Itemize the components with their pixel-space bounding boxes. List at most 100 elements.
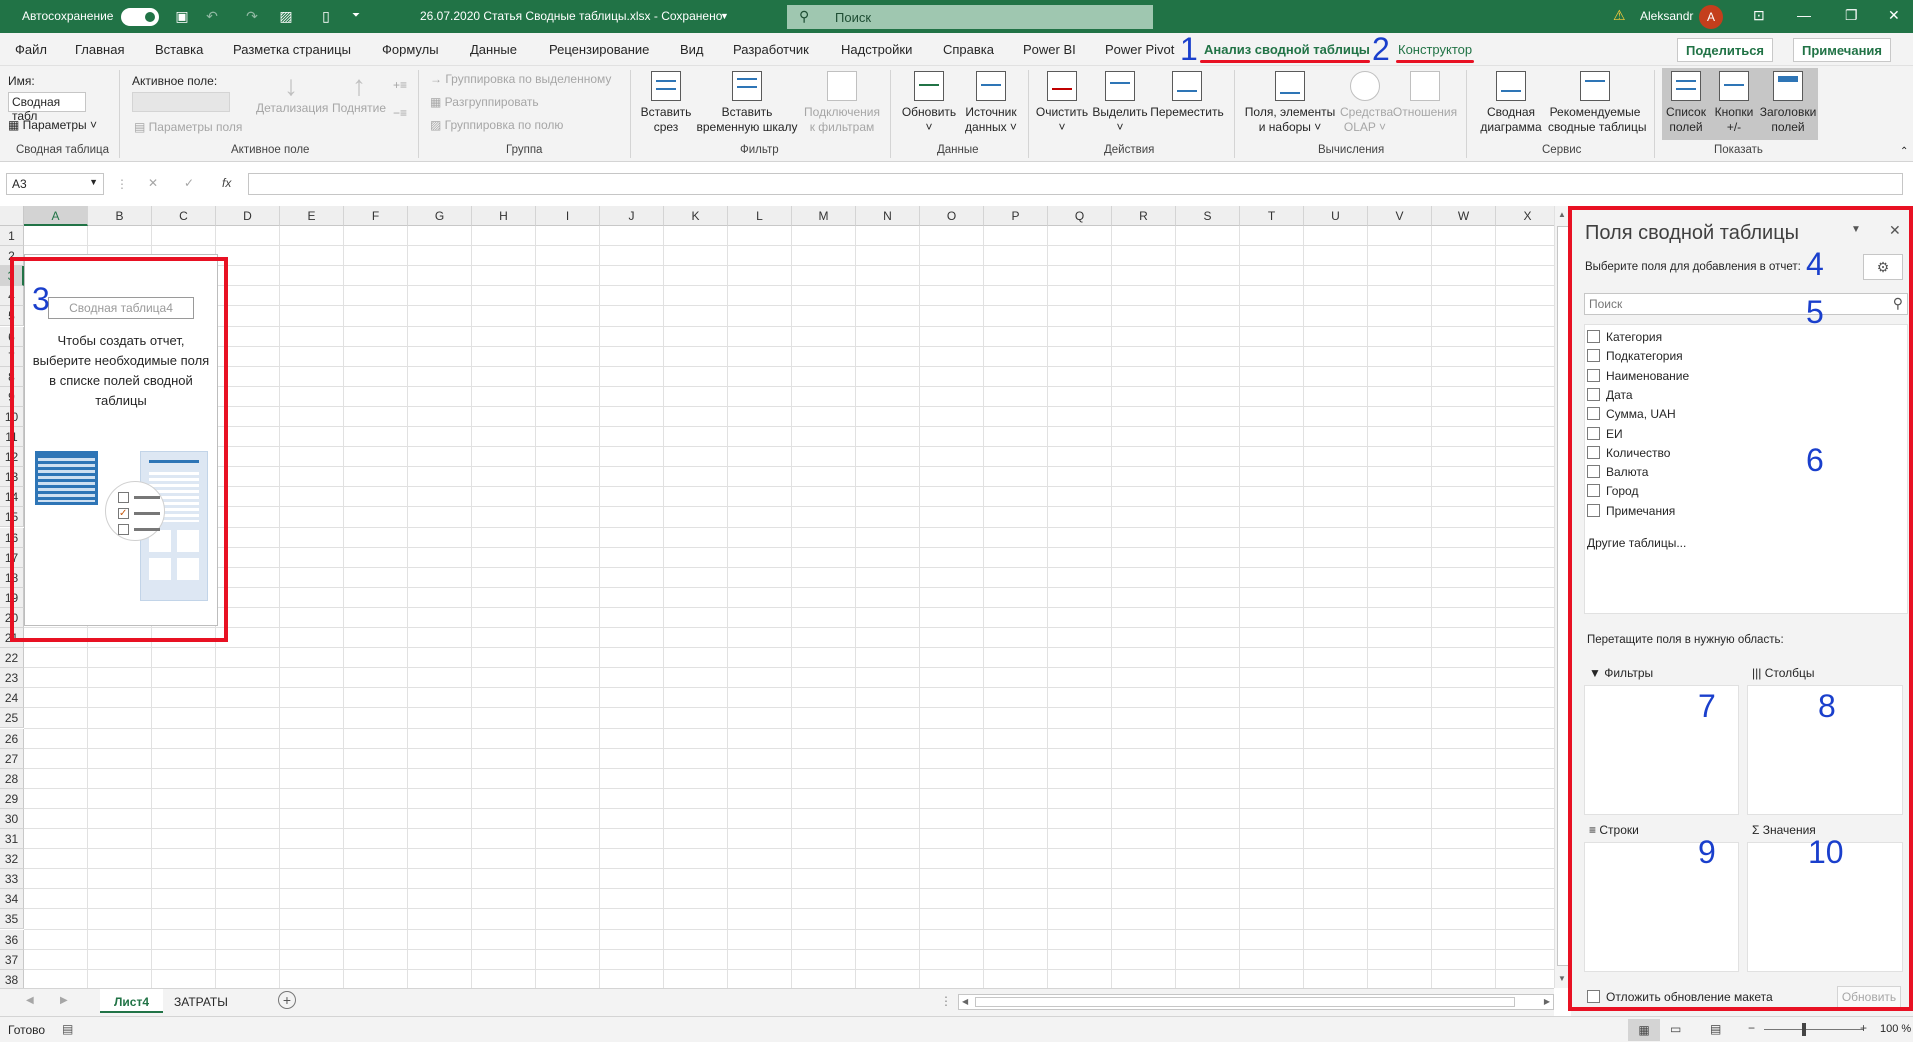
- column-header[interactable]: K: [664, 206, 728, 226]
- tab-page-layout[interactable]: Разметка страницы: [233, 42, 351, 57]
- row-header[interactable]: 22: [0, 648, 24, 669]
- tab-data[interactable]: Данные: [470, 42, 517, 57]
- column-header[interactable]: X: [1496, 206, 1554, 226]
- row-header[interactable]: 38: [0, 969, 24, 988]
- redo-icon[interactable]: ↷: [244, 8, 260, 24]
- tab-design[interactable]: Конструктор: [1398, 42, 1472, 57]
- column-header[interactable]: T: [1240, 206, 1304, 226]
- field-headers-toggle[interactable]: Заголовки полей: [1758, 71, 1818, 135]
- fields-items-sets-button[interactable]: Поля, элементы и наборы ˅: [1240, 71, 1340, 135]
- tab-home[interactable]: Главная: [75, 42, 124, 57]
- column-header[interactable]: U: [1304, 206, 1368, 226]
- select-all-corner[interactable]: [0, 206, 24, 226]
- sheet-tab-list4[interactable]: Лист4: [100, 989, 164, 1013]
- group-selection-button[interactable]: → Группировка по выделенному: [430, 72, 611, 86]
- pivot-chart-button[interactable]: Сводная диаграмма: [1474, 71, 1548, 135]
- zoom-in-icon[interactable]: +: [1860, 1021, 1867, 1035]
- column-header[interactable]: P: [984, 206, 1048, 226]
- column-header[interactable]: O: [920, 206, 984, 226]
- column-header[interactable]: L: [728, 206, 792, 226]
- column-header[interactable]: H: [472, 206, 536, 226]
- change-source-button[interactable]: Источник данных ˅: [960, 71, 1022, 135]
- move-pivot-button[interactable]: Переместить: [1150, 71, 1224, 120]
- tab-power-pivot[interactable]: Power Pivot: [1105, 42, 1174, 57]
- close-icon[interactable]: ✕: [1888, 7, 1900, 24]
- row-header[interactable]: 31: [0, 829, 24, 850]
- drill-down-button[interactable]: ↓ Детализация: [256, 71, 328, 116]
- filter-connections-button[interactable]: Подключения к фильтрам: [800, 71, 884, 135]
- buttons-toggle[interactable]: Кнопки +/-: [1710, 71, 1758, 135]
- normal-view-icon[interactable]: ▦: [1628, 1019, 1660, 1041]
- recommended-pivots-button[interactable]: Рекомендуемые сводные таблицы: [1548, 71, 1646, 135]
- undo-icon[interactable]: ↶: [204, 8, 220, 24]
- tab-pivot-analyze[interactable]: Анализ сводной таблицы: [1204, 42, 1370, 57]
- column-header[interactable]: I: [536, 206, 600, 226]
- title-dropdown-icon[interactable]: ▼: [720, 11, 729, 21]
- row-header[interactable]: 29: [0, 788, 24, 809]
- new-file-icon[interactable]: ▯: [318, 8, 334, 24]
- name-box-dropdown-icon[interactable]: ▼: [89, 177, 98, 187]
- column-header[interactable]: S: [1176, 206, 1240, 226]
- minimize-icon[interactable]: —: [1797, 7, 1811, 23]
- expand-field-icon[interactable]: +≡: [393, 78, 407, 92]
- field-settings-button[interactable]: ▤ Параметры поля: [134, 120, 242, 134]
- tab-view[interactable]: Вид: [680, 42, 704, 57]
- column-header[interactable]: D: [216, 206, 280, 226]
- field-list-toggle[interactable]: Список полей: [1662, 71, 1710, 135]
- row-header[interactable]: 34: [0, 889, 24, 910]
- column-header[interactable]: G: [408, 206, 472, 226]
- next-sheet-icon[interactable]: ▶: [60, 995, 68, 1006]
- row-header[interactable]: 24: [0, 688, 24, 709]
- row-header[interactable]: 23: [0, 668, 24, 689]
- macro-record-icon[interactable]: ▤: [62, 1022, 73, 1036]
- row-header[interactable]: 28: [0, 768, 24, 789]
- zoom-level[interactable]: 100 %: [1880, 1023, 1911, 1035]
- drill-up-button[interactable]: ↑ Поднятие: [326, 71, 392, 116]
- name-box[interactable]: A3 ▼: [6, 173, 104, 195]
- column-header[interactable]: V: [1368, 206, 1432, 226]
- row-header[interactable]: 36: [0, 929, 24, 950]
- comments-button[interactable]: Примечания: [1793, 38, 1892, 62]
- column-header[interactable]: M: [792, 206, 856, 226]
- format-painter-icon[interactable]: ▨: [278, 8, 294, 24]
- row-header[interactable]: 32: [0, 849, 24, 870]
- tab-addins[interactable]: Надстройки: [841, 42, 912, 57]
- hscroll-thumb[interactable]: [975, 997, 1515, 1007]
- row-header[interactable]: 26: [0, 728, 24, 749]
- row-header[interactable]: 35: [0, 909, 24, 930]
- add-sheet-button[interactable]: +: [278, 991, 296, 1009]
- share-button[interactable]: Поделиться: [1677, 38, 1774, 62]
- insert-function-icon[interactable]: fx: [222, 176, 231, 190]
- column-header[interactable]: W: [1432, 206, 1496, 226]
- page-break-view-icon[interactable]: ▤: [1710, 1022, 1721, 1036]
- tab-help[interactable]: Справка: [943, 42, 994, 57]
- collapse-ribbon-icon[interactable]: ⌃: [1900, 146, 1908, 157]
- column-header[interactable]: R: [1112, 206, 1176, 226]
- scroll-right-icon[interactable]: ▶: [1544, 997, 1550, 1006]
- user-name[interactable]: Aleksandr: [1640, 9, 1693, 23]
- active-field-input[interactable]: [132, 92, 230, 112]
- tab-file[interactable]: Файл: [15, 42, 47, 57]
- restore-icon[interactable]: ❐: [1845, 7, 1858, 24]
- tab-formulas[interactable]: Формулы: [382, 42, 439, 57]
- row-header[interactable]: 1: [0, 226, 24, 247]
- refresh-button[interactable]: Обновить ˅: [898, 71, 960, 135]
- select-button[interactable]: Выделить ˅: [1090, 71, 1150, 135]
- collapse-field-icon[interactable]: −≡: [393, 106, 407, 120]
- column-header[interactable]: E: [280, 206, 344, 226]
- horizontal-scrollbar[interactable]: ◀ ▶: [958, 994, 1554, 1010]
- zoom-slider-thumb[interactable]: [1802, 1023, 1806, 1036]
- tab-developer[interactable]: Разработчик: [733, 42, 809, 57]
- relationships-button[interactable]: Отношения: [1390, 71, 1460, 120]
- cancel-icon[interactable]: ✕: [148, 176, 158, 190]
- search-box[interactable]: ⚲ Поиск: [787, 5, 1153, 29]
- column-header[interactable]: B: [88, 206, 152, 226]
- column-header[interactable]: A: [24, 206, 88, 226]
- insert-timeline-button[interactable]: Вставить временную шкалу: [694, 71, 800, 135]
- spreadsheet-grid[interactable]: ABCDEFGHIJKLMNOPQRSTUVWX 1 2 3 4 5 6 7 8 9 10 11 12…: [0, 206, 1554, 988]
- ungroup-button[interactable]: ▦ Разгруппировать: [430, 95, 539, 109]
- save-icon[interactable]: ▣: [174, 8, 190, 24]
- insert-slicer-button[interactable]: Вставить срез: [638, 71, 694, 135]
- formula-input[interactable]: [248, 173, 1903, 195]
- scroll-down-icon[interactable]: ▼: [1558, 974, 1566, 983]
